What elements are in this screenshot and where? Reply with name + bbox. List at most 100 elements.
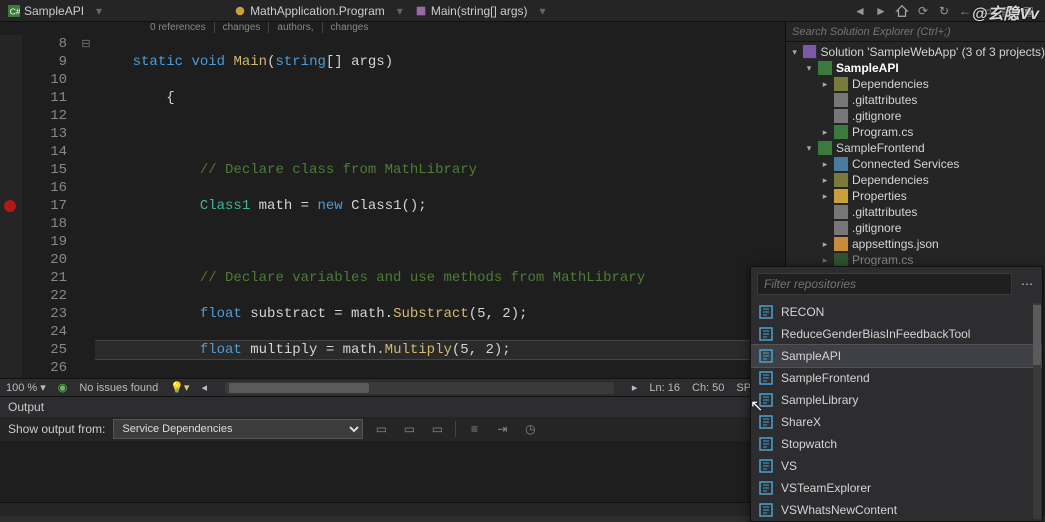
dropdown-icon[interactable]: ▾	[92, 4, 106, 18]
tree-node[interactable]: ▸Dependencies	[786, 172, 1045, 188]
output-footer	[0, 502, 785, 516]
properties-icon[interactable]: ▤	[998, 2, 1016, 20]
context-file[interactable]: C# SampleAPI	[0, 0, 92, 22]
codelens-changes2[interactable]: changes	[331, 22, 377, 33]
issues-label[interactable]: No issues found	[79, 382, 158, 394]
expand-icon[interactable]: ▸	[820, 159, 830, 170]
scrollbar-thumb[interactable]	[229, 383, 369, 393]
horizontal-scrollbar[interactable]	[225, 382, 614, 394]
expand-icon[interactable]: ▸	[820, 175, 830, 186]
expand-icon[interactable]: ▸	[820, 191, 830, 202]
showall-icon[interactable]: ▭	[977, 2, 995, 20]
tree-node[interactable]: ▸appsettings.json	[786, 236, 1045, 252]
tree-node[interactable]: ▸ Program.cs	[786, 124, 1045, 140]
repo-filter-input[interactable]	[757, 273, 1012, 295]
tree-node[interactable]: .gitignore	[786, 220, 1045, 236]
repo-item[interactable]: VS	[751, 455, 1042, 477]
code-area[interactable]: static void Main(string[] args) { // Dec…	[95, 35, 785, 378]
editor-status-bar: 100 % ▾ ◉ No issues found 💡▾ ◂ ▸ Ln: 16 …	[0, 378, 785, 396]
expand-icon[interactable]: ▸	[820, 239, 830, 250]
vertical-scrollbar[interactable]	[1033, 303, 1041, 519]
tree-node[interactable]: ▸ Connected Services	[786, 156, 1045, 172]
cs-icon	[834, 253, 848, 267]
collapse-icon[interactable]: ←	[956, 2, 974, 20]
tree-node-label: Program.cs	[852, 125, 913, 139]
toggle2-icon[interactable]: ▭	[427, 419, 447, 439]
expand-icon[interactable]: ▸	[820, 127, 830, 138]
dropdown-icon: ▾	[40, 381, 46, 394]
nav-fwd-icon[interactable]: ►	[872, 2, 890, 20]
dropdown-icon[interactable]: ▾	[536, 4, 550, 18]
nav-back-icon[interactable]: ◄	[851, 2, 869, 20]
hscroll-right-icon[interactable]: ▸	[632, 381, 638, 394]
hscroll-left-icon[interactable]: ◂	[201, 381, 207, 394]
home-icon[interactable]	[893, 2, 911, 20]
expand-icon[interactable]: ▾	[804, 143, 814, 154]
fold-gutter[interactable]: ⊟	[77, 35, 95, 378]
file-icon	[834, 93, 848, 107]
context-class[interactable]: MathApplication.Program	[226, 0, 393, 22]
output-source-select[interactable]: Service Dependencies	[113, 419, 363, 439]
csproj-icon	[818, 141, 832, 155]
sync-icon[interactable]: ⟳	[914, 2, 932, 20]
tree-node[interactable]: ▸Dependencies	[786, 76, 1045, 92]
fold-collapse-icon[interactable]: ⊟	[77, 35, 95, 53]
solution-search-input[interactable]	[786, 22, 1045, 41]
repo-item-label: VSWhatsNewContent	[781, 503, 897, 517]
repo-item[interactable]: SampleLibrary	[751, 389, 1042, 411]
context-class-label: MathApplication.Program	[250, 4, 385, 18]
breakpoint-gutter[interactable]	[0, 35, 22, 378]
dep-icon	[834, 173, 848, 187]
tree-node[interactable]: .gitattributes	[786, 204, 1045, 220]
codelens-authors[interactable]: authors,	[277, 22, 322, 33]
repo-item[interactable]: RECON	[751, 301, 1042, 323]
tree-node-label: Connected Services	[852, 157, 959, 171]
tree-node-label: SampleFrontend	[836, 141, 925, 155]
repo-item[interactable]: ReduceGenderBiasInFeedbackTool	[751, 323, 1042, 345]
code-editor[interactable]: 89101112131415161718192021222324252627 ⊟…	[0, 35, 785, 378]
repo-item[interactable]: VSTeamExplorer	[751, 477, 1042, 499]
repo-item[interactable]: SampleAPI	[751, 345, 1042, 367]
repo-icon	[759, 459, 773, 473]
repo-icon	[759, 415, 773, 429]
preview-icon[interactable]: ▣	[1019, 2, 1037, 20]
codelens-refs[interactable]: 0 references	[150, 22, 215, 33]
clear-icon[interactable]: ▭	[371, 419, 391, 439]
class-icon	[234, 5, 246, 17]
zoom-dropdown[interactable]: 100 % ▾	[6, 381, 46, 394]
toggle-icon[interactable]: ▭	[399, 419, 419, 439]
output-body[interactable]	[0, 441, 785, 502]
expand-icon[interactable]: ▸	[820, 79, 830, 90]
tree-node[interactable]: ▸Properties	[786, 188, 1045, 204]
expand-icon[interactable]: ▸	[820, 255, 830, 266]
repo-item[interactable]: ShareX	[751, 411, 1042, 433]
context-method[interactable]: Main(string[] args)	[407, 0, 536, 22]
goto-icon[interactable]: ⇥	[492, 419, 512, 439]
repo-item[interactable]: VSWhatsNewContent	[751, 499, 1042, 521]
codelens[interactable]: 0 references changes authors, changes	[0, 22, 785, 35]
repo-item[interactable]: SampleFrontend	[751, 367, 1042, 389]
breakpoint-icon[interactable]	[4, 200, 16, 212]
clock-icon[interactable]: ◷	[520, 419, 540, 439]
dropdown-icon[interactable]: ▾	[393, 4, 407, 18]
expand-icon[interactable]: ▾	[804, 63, 814, 74]
scrollbar-thumb[interactable]	[1033, 305, 1041, 365]
issues-ok-icon[interactable]: ◉	[58, 381, 68, 394]
refresh-icon[interactable]: ↻	[935, 2, 953, 20]
repo-item[interactable]: Stopwatch	[751, 433, 1042, 455]
tree-node[interactable]: ▾ SampleFrontend	[786, 140, 1045, 156]
codelens-changes[interactable]: changes	[223, 22, 270, 33]
tree-node[interactable]: .gitattributes	[786, 92, 1045, 108]
repo-icon	[759, 503, 773, 517]
expand-icon[interactable]: ▾	[790, 47, 799, 58]
status-line[interactable]: Ln: 16	[649, 382, 680, 394]
more-icon[interactable]: ⋯	[1018, 277, 1036, 291]
tree-node[interactable]: .gitignore	[786, 108, 1045, 124]
solution-root-node[interactable]: ▾ Solution 'SampleWebApp' (3 of 3 projec…	[786, 44, 1045, 60]
repo-list[interactable]: RECONReduceGenderBiasInFeedbackToolSampl…	[751, 301, 1042, 521]
tree-node-label: .gitattributes	[852, 93, 917, 107]
tree-node[interactable]: ▾SampleAPI	[786, 60, 1045, 76]
lightbulb-icon[interactable]: 💡▾	[170, 381, 189, 394]
status-col[interactable]: Ch: 50	[692, 382, 724, 394]
wordwrap-icon[interactable]: ≡	[464, 419, 484, 439]
